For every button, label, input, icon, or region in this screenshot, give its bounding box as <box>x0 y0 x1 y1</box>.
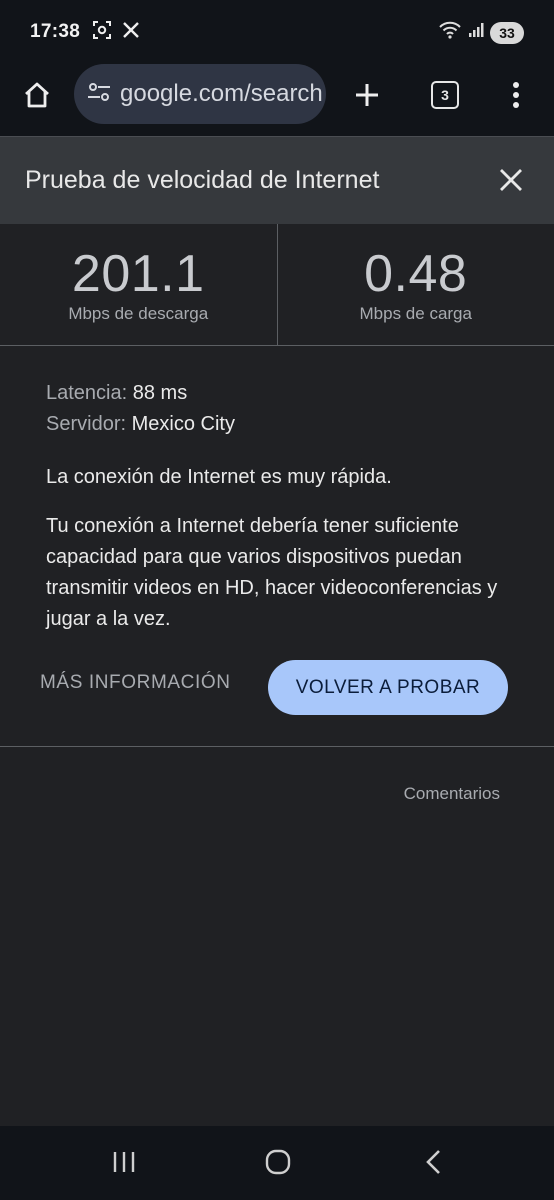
upload-value: 0.48 <box>364 245 468 303</box>
server-line: Servidor: Mexico City <box>46 409 516 440</box>
wifi-icon <box>438 20 462 45</box>
divider <box>0 746 554 747</box>
status-right: 33 <box>438 20 524 45</box>
system-nav-bar <box>0 1126 554 1200</box>
tab-switcher-button[interactable]: 3 <box>428 78 462 112</box>
download-value: 201.1 <box>71 245 205 303</box>
menu-button[interactable] <box>502 78 530 112</box>
more-vert-icon <box>513 82 519 108</box>
browser-toolbar: google.com/search 3 <box>0 60 554 136</box>
back-button[interactable] <box>418 1146 450 1178</box>
home-icon <box>25 82 49 108</box>
latency-value: 88 ms <box>132 382 188 404</box>
download-result: 201.1 Mbps de descarga <box>0 224 277 345</box>
recent-apps-button[interactable] <box>108 1146 140 1178</box>
battery-level: 33 <box>490 21 524 44</box>
screen: 17:38 33 google.com/search 3 Prueba de v… <box>0 0 554 1200</box>
home-circle-icon <box>265 1149 291 1175</box>
speed-results: 201.1 Mbps de descarga 0.48 Mbps de carg… <box>0 224 554 346</box>
url-text: google.com/search <box>120 80 323 107</box>
close-icon <box>500 169 522 191</box>
x-logo-icon <box>122 21 140 44</box>
panel-title: Prueba de velocidad de Internet <box>25 166 380 194</box>
home-button[interactable] <box>18 76 56 114</box>
address-bar[interactable]: google.com/search <box>74 64 326 124</box>
download-label: Mbps de descarga <box>68 304 209 323</box>
latency-line: Latencia: 88 ms <box>46 378 516 409</box>
status-time: 17:38 <box>30 21 81 42</box>
site-settings-icon[interactable] <box>86 79 112 110</box>
upload-label: Mbps de carga <box>359 304 472 323</box>
latency-key: Latencia: <box>46 382 128 404</box>
status-left-icons <box>92 20 140 45</box>
upload-result: 0.48 Mbps de carga <box>276 224 554 345</box>
signal-icon <box>468 22 484 43</box>
server-key: Servidor: <box>46 413 127 435</box>
retry-button[interactable]: VOLVER A PROBAR <box>268 660 508 715</box>
test-details: Latencia: 88 ms Servidor: Mexico City La… <box>46 378 516 635</box>
recent-apps-icon <box>113 1152 135 1172</box>
speed-description: Tu conexión a Internet debería tener suf… <box>46 515 498 630</box>
plus-icon <box>356 84 378 106</box>
new-tab-button[interactable] <box>350 78 384 112</box>
speed-summary: La conexión de Internet es muy rápida. <box>46 466 392 488</box>
more-info-button[interactable]: MÁS INFORMACIÓN <box>40 672 231 694</box>
server-value: Mexico City <box>131 413 235 435</box>
close-button[interactable] <box>498 167 526 195</box>
screenshot-icon <box>92 20 112 45</box>
feedback-link[interactable]: Comentarios <box>404 784 500 804</box>
back-arrow-icon <box>426 1150 440 1174</box>
home-nav-button[interactable] <box>262 1146 294 1178</box>
speedtest-header: Prueba de velocidad de Internet <box>0 136 554 224</box>
status-bar: 17:38 33 <box>0 0 554 64</box>
tab-count: 3 <box>431 81 459 109</box>
